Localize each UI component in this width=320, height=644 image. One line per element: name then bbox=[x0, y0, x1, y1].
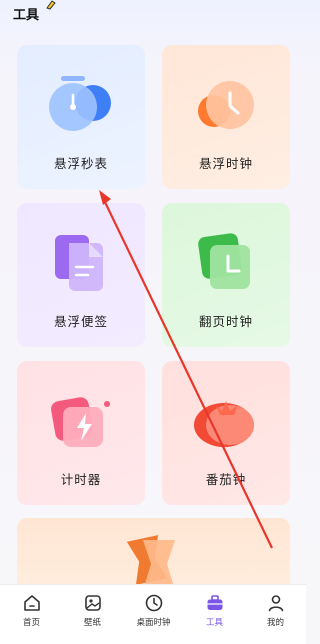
bottom-tab-bar: 首页 壁纸 桌面时钟 工具 我的 bbox=[0, 584, 306, 644]
card-label: 计时器 bbox=[60, 472, 102, 487]
tab-label: 壁纸 bbox=[83, 618, 101, 628]
card-label: 悬浮秒表 bbox=[53, 156, 108, 171]
card-label: 番茄钟 bbox=[205, 472, 247, 487]
toolbox-icon bbox=[207, 595, 222, 610]
floating-clock-card[interactable]: 悬浮时钟 bbox=[162, 45, 290, 189]
tomato-icon bbox=[194, 401, 254, 447]
clock-icon bbox=[145, 594, 162, 612]
wallpaper-icon bbox=[84, 595, 101, 611]
sparkle-icon bbox=[46, 0, 56, 10]
card-label: 翻页时钟 bbox=[198, 314, 253, 329]
tab-label: 首页 bbox=[22, 618, 40, 628]
home-icon bbox=[23, 595, 40, 611]
card-label: 悬浮时钟 bbox=[198, 156, 253, 171]
tab-tools[interactable]: 工具 bbox=[184, 593, 245, 641]
tab-profile[interactable]: 我的 bbox=[245, 593, 306, 641]
tab-label: 桌面时钟 bbox=[136, 618, 171, 628]
timer-card[interactable]: 计时器 bbox=[17, 361, 145, 505]
floating-sticky-note-card[interactable]: 悬浮便签 bbox=[17, 203, 145, 347]
tab-wallpaper[interactable]: 壁纸 bbox=[62, 593, 123, 641]
pomodoro-card[interactable]: 番茄钟 bbox=[162, 361, 290, 505]
floating-stopwatch-card[interactable]: 悬浮秒表 bbox=[17, 45, 145, 189]
sticky-note-icon bbox=[55, 235, 103, 291]
page-title: 工具 bbox=[13, 8, 40, 23]
tab-label: 工具 bbox=[205, 618, 223, 628]
tab-desktop-clock[interactable]: 桌面时钟 bbox=[123, 593, 184, 641]
timer-bolt-icon bbox=[51, 397, 110, 447]
clock-icon bbox=[198, 81, 254, 129]
tab-label: 我的 bbox=[266, 618, 284, 628]
flip-clock-icon bbox=[198, 233, 250, 289]
header: 工具 bbox=[0, 0, 306, 32]
flip-clock-card[interactable]: 翻页时钟 bbox=[162, 203, 290, 347]
card-label: 悬浮便签 bbox=[53, 314, 108, 329]
profile-icon bbox=[268, 595, 283, 612]
tab-home[interactable]: 首页 bbox=[1, 593, 62, 641]
stopwatch-icon bbox=[49, 76, 111, 131]
